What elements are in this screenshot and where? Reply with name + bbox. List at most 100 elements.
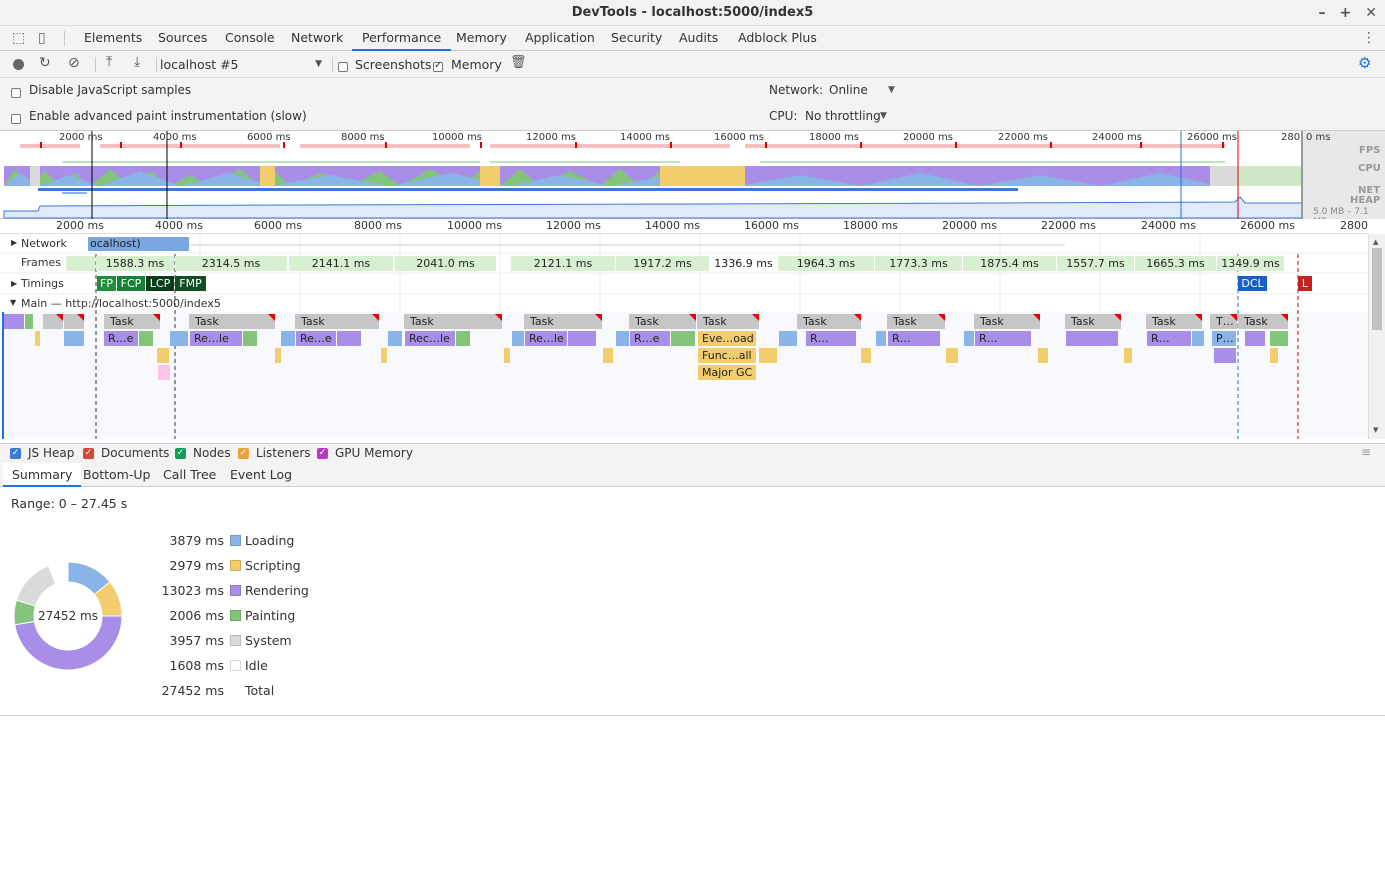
flame-event[interactable] [4,314,24,329]
flame-event[interactable] [281,331,295,346]
network-track-label[interactable]: Network [21,237,67,250]
screenshots-checkbox[interactable] [338,59,348,73]
tab-elements[interactable]: Elements [84,26,142,51]
close-icon[interactable]: ✕ [1365,0,1377,26]
frame-block[interactable]: 1773.3 ms [875,256,962,271]
flame-event[interactable] [603,348,613,363]
task-block[interactable]: Task [295,314,379,329]
flame-event[interactable] [275,348,281,363]
marker-fp[interactable]: FP [97,276,116,291]
scroll-down-icon[interactable]: ▼ [1373,426,1378,434]
flame-event[interactable] [25,314,33,329]
tab-network[interactable]: Network [291,26,343,51]
flame-event[interactable]: Re…e [296,331,336,346]
flame-event[interactable] [504,348,510,363]
maximize-icon[interactable]: + [1340,0,1352,26]
disable-js-samples-checkbox[interactable] [11,85,21,99]
flame-event[interactable] [1245,331,1265,346]
counter-checkbox[interactable]: ✓ [83,448,94,459]
flame-event[interactable] [337,331,361,346]
frame-block[interactable]: 1964.3 ms [778,256,874,271]
task-block[interactable]: Task [404,314,502,329]
task-block[interactable]: Task [189,314,275,329]
flame-event[interactable]: Func…all [698,348,756,363]
flame-event[interactable] [64,331,84,346]
expand-triangle-icon[interactable]: ▶ [11,279,17,288]
flame-event[interactable]: R… [1147,331,1191,346]
upload-profile-icon[interactable]: ⤒ [106,54,112,70]
scrollbar-thumb[interactable] [1372,248,1382,330]
tab-bottom-up[interactable]: Bottom-Up [83,463,150,487]
flame-event[interactable] [568,331,596,346]
timings-track-label[interactable]: Timings [21,277,64,290]
tab-performance[interactable]: Performance [352,26,452,51]
tab-adblock-plus[interactable]: Adblock Plus [738,26,817,51]
timeline-overview[interactable]: 2000 ms 4000 ms 6000 ms 8000 ms 10000 ms… [0,131,1385,227]
flame-event[interactable] [759,348,777,363]
flame-event[interactable] [876,331,886,346]
frame-block[interactable]: 2141.1 ms [289,256,393,271]
task-block[interactable]: Task [1238,314,1288,329]
network-throttle-select[interactable]: Online [829,83,868,97]
flame-event[interactable] [243,331,257,346]
counter-checkbox[interactable]: ✓ [10,448,21,459]
frame-block[interactable]: 1665.3 ms [1135,256,1216,271]
flame-event[interactable] [1192,331,1204,346]
network-request-bar[interactable]: ocalhost) [88,237,189,251]
memory-checkbox[interactable] [433,59,443,73]
frame-block[interactable]: 2041.0 ms [395,256,496,271]
task-block[interactable]: Task [524,314,602,329]
flame-event[interactable]: Major GC [698,365,756,380]
flame-event[interactable] [1124,348,1132,363]
flame-event[interactable]: Re…le [525,331,567,346]
frame-block[interactable]: 1557.7 ms [1057,256,1134,271]
marker-fmp[interactable]: FMP [175,276,206,291]
task-block[interactable]: Task [974,314,1040,329]
flame-scrollbar[interactable]: ▲ ▼ [1368,234,1385,439]
frame-block[interactable]: 1875.4 ms [963,256,1056,271]
task-block[interactable]: Task [104,314,160,329]
task-block[interactable] [64,314,84,329]
flame-event[interactable] [964,331,974,346]
collect-garbage-icon[interactable]: 🗑 [510,55,527,70]
marker-fcp[interactable]: FCP [117,276,145,291]
task-block[interactable]: Task [1065,314,1121,329]
reload-record-icon[interactable]: ↻ [39,55,51,71]
main-thread-label[interactable]: Main — http://localhost:5000/index5 [21,297,221,310]
drag-handle-icon[interactable]: ≡ [1361,445,1371,459]
flame-event[interactable] [1270,331,1288,346]
expand-triangle-icon[interactable]: ▶ [11,238,17,247]
record-icon[interactable] [13,59,24,70]
frame-block[interactable] [66,256,95,271]
profile-select[interactable]: localhost #5 ▼ [160,55,326,74]
tab-console[interactable]: Console [225,26,275,51]
flame-event[interactable] [616,331,629,346]
flame-event[interactable]: Re…le [190,331,242,346]
flame-event[interactable] [157,348,169,363]
task-block[interactable]: Task [629,314,696,329]
flame-event[interactable] [861,348,871,363]
cpu-throttle-select[interactable]: No throttling [805,109,881,123]
frame-block[interactable]: 2121.1 ms [511,256,615,271]
capture-settings-gear-icon[interactable]: ⚙ [1358,54,1371,72]
frame-block[interactable]: 1588.3 ms [96,256,174,271]
flame-event[interactable] [1270,348,1278,363]
tab-application[interactable]: Application [525,26,595,51]
collapse-triangle-icon[interactable]: ▼ [10,298,16,307]
marker-dcl[interactable]: DCL [1238,276,1267,291]
flame-event[interactable] [512,331,524,346]
flame-event[interactable]: P… [1212,331,1236,346]
tab-memory[interactable]: Memory [456,26,507,51]
frame-block[interactable]: 1917.2 ms [616,256,709,271]
minimize-icon[interactable]: – [1319,0,1326,26]
flame-event[interactable] [1214,348,1236,363]
flame-event[interactable]: R… [975,331,1031,346]
flame-event[interactable] [388,331,402,346]
tab-call-tree[interactable]: Call Tree [163,463,216,487]
marker-lcp[interactable]: LCP [146,276,174,291]
flame-event[interactable] [158,365,170,380]
counter-checkbox[interactable]: ✓ [238,448,249,459]
flame-event[interactable] [35,331,40,346]
task-block[interactable]: Task [797,314,861,329]
counter-checkbox[interactable]: ✓ [175,448,186,459]
